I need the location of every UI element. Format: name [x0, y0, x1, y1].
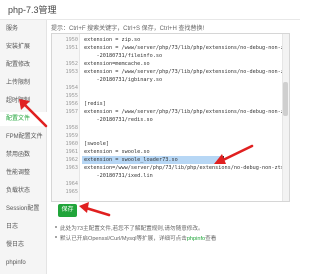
code-text: -20180731/ixed.lin [84, 173, 153, 179]
line-number: 1958 [65, 125, 79, 131]
line-number: 1964 [65, 181, 79, 187]
code-text: extension=memcache.so [84, 61, 150, 67]
sidebar-item-fpm-config[interactable]: FPM配置文件 [0, 130, 47, 144]
line-number: 1960 [65, 141, 79, 147]
line-number: 1959 [65, 133, 79, 139]
line-number: 1951 [65, 45, 79, 51]
save-button[interactable]: 保存 [58, 204, 77, 217]
editor-hint: 提示：Ctrl+F 搜索关键字，Ctrl+S 保存，Ctrl+H 查找替换! [51, 26, 205, 32]
arrow-to-save-button-icon [79, 202, 111, 217]
code-line: 1958 [52, 124, 283, 132]
sidebar-item-extensions[interactable]: 安装扩展 [0, 40, 47, 54]
code-text: extension = /www/server/php/73/lib/php/e… [84, 69, 290, 75]
sidebar-item-upload-limit[interactable]: 上传限制 [0, 76, 47, 90]
line-number: 1961 [65, 149, 79, 155]
code-text: -20180731/igbinary.so [84, 77, 163, 83]
note-text: 此处为73主配置文件,若您不了解配置规则,请勿随意修改。 [60, 226, 204, 232]
phpinfo-link[interactable]: phpinfo [187, 236, 205, 242]
code-line: -20180731/ixed.lin [52, 172, 283, 180]
line-number: 1962 [65, 157, 79, 163]
bullet-dot [55, 226, 57, 228]
note-text-line: 默认已开启Openssl/Curl/Mysql等扩展，详细可点击phpinfo查… [60, 234, 216, 242]
window-title: php-7.3管理 [8, 5, 57, 15]
code-editor[interactable]: 1950 extension = zip.so 1951 extension =… [51, 33, 290, 202]
code-line: -20180731/redis.so [52, 116, 283, 124]
sidebar-item-performance[interactable]: 性能调整 [0, 166, 47, 180]
code-line: 1955 [52, 92, 283, 100]
php-manager-window: php-7.3管理 服务 安装扩展 配置修改 上传限制 超时限制 配置文件 FP… [0, 0, 300, 274]
line-number: 1950 [65, 37, 79, 43]
line-number: 1956 [65, 101, 79, 107]
code-text: [swoole] [84, 141, 109, 147]
sidebar-item-slow-log[interactable]: 慢日志 [0, 238, 47, 252]
arrow-to-selected-line-icon [214, 144, 254, 164]
code-line: 1954 [52, 84, 283, 92]
sidebar-item-disabled-functions[interactable]: 禁用函数 [0, 148, 47, 162]
sidebar-item-config-edit[interactable]: 配置修改 [0, 58, 47, 72]
code-line: 1956 [redis] [52, 100, 283, 108]
note-item: 默认已开启Openssl/Curl/Mysql等扩展，详细可点击phpinfo查… [55, 234, 295, 242]
code-line: 1953 extension = /www/server/php/73/lib/… [52, 68, 290, 76]
code-line: -20180731/fileinfo.so [52, 52, 283, 60]
sidebar-item-load-status[interactable]: 负载状态 [0, 184, 47, 198]
code-text: extension = /www/server/php/73/lib/php/e… [84, 45, 290, 51]
sidebar-item-log[interactable]: 日志 [0, 220, 47, 234]
code-line: 1965 [52, 188, 283, 196]
line-number: 1957 [65, 109, 79, 115]
scrollbar-thumb[interactable] [283, 82, 288, 116]
code-text: [redis] [84, 101, 106, 107]
sidebar: 服务 安装扩展 配置修改 上传限制 超时限制 配置文件 FPM配置文件 禁用函数… [0, 20, 47, 274]
sidebar-item-session[interactable]: Session配置 [0, 202, 47, 216]
code-line: 1950 extension = zip.so [52, 36, 283, 44]
title-bar: php-7.3管理 [0, 0, 300, 20]
sidebar-item-phpinfo[interactable]: phpinfo [0, 256, 47, 270]
code-text: extension = /www/server/php/73/lib/php/e… [84, 109, 290, 115]
arrow-to-config-file-icon [19, 99, 48, 128]
code-line: 1951 extension = /www/server/php/73/lib/… [52, 44, 290, 52]
line-number: 1952 [65, 61, 79, 67]
code-line: 1957 extension = /www/server/php/73/lib/… [52, 108, 290, 116]
line-number: 1963 [65, 165, 79, 171]
line-number: 1954 [65, 85, 79, 91]
code-text: extension = zip.so [84, 37, 141, 43]
code-line: 1964 [52, 180, 283, 188]
code-text: extension = swoole.so [84, 149, 150, 155]
line-number: 1955 [65, 93, 79, 99]
code-text: -20180731/redis.so [84, 117, 153, 123]
note-item: 此处为73主配置文件,若您不了解配置规则,请勿随意修改。 [55, 224, 295, 232]
editor-scrollbar[interactable] [282, 34, 289, 201]
note-text: 默认已开启Openssl/Curl/Mysql等扩展，详细可点击 [60, 236, 187, 242]
bullet-dot [55, 236, 57, 238]
note-text: 查看 [205, 236, 217, 242]
code-line: 1959 [52, 132, 283, 140]
code-text: -20180731/fileinfo.so [84, 53, 163, 59]
code-line: -20180731/igbinary.so [52, 76, 283, 84]
line-number: 1953 [65, 69, 79, 75]
sidebar-item-service[interactable]: 服务 [0, 22, 47, 36]
code-line: 1952 extension=memcache.so [52, 60, 283, 68]
line-number: 1965 [65, 189, 79, 195]
code-text: extension = swoole_loader73.so [84, 157, 178, 163]
